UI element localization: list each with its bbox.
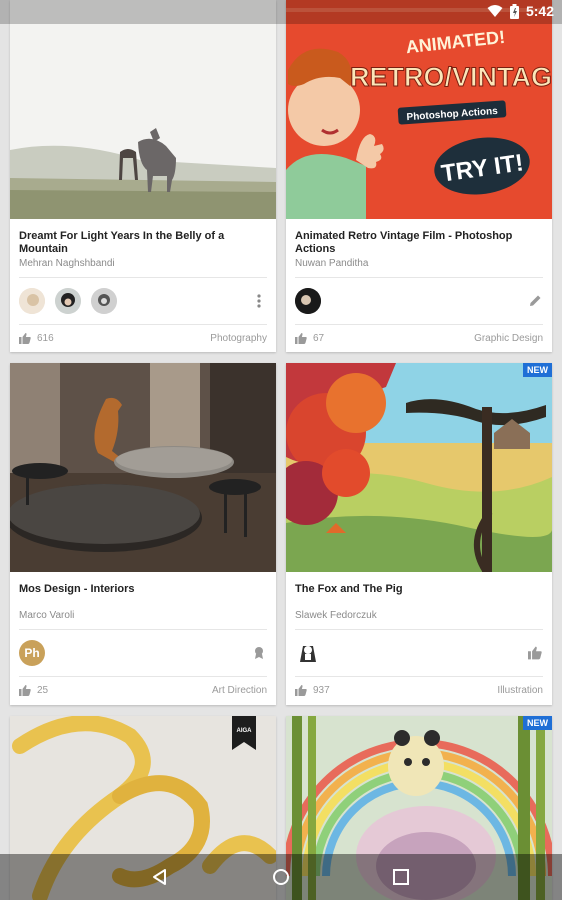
recents-icon[interactable] <box>391 867 411 887</box>
new-badge: NEW <box>523 716 552 730</box>
card-category[interactable]: Illustration <box>497 685 543 696</box>
wifi-icon <box>487 5 503 17</box>
new-badge: NEW <box>523 363 552 377</box>
divider <box>19 676 267 677</box>
divider <box>19 277 267 278</box>
card-author[interactable]: Nuwan Panditha <box>295 258 368 269</box>
divider <box>19 324 267 325</box>
thumb-up-icon[interactable] <box>295 333 307 344</box>
thumb-up-icon[interactable] <box>19 333 31 344</box>
project-image[interactable] <box>10 0 276 219</box>
project-card[interactable]: NEW The Fox and The Pig Slawek Fedorczuk… <box>286 363 552 705</box>
navigation-bar <box>0 854 562 900</box>
divider <box>295 324 543 325</box>
avatar-list <box>295 288 321 314</box>
card-title[interactable]: Dreamt For Light Years In the Belly of a… <box>19 230 267 256</box>
avatar[interactable] <box>55 288 81 314</box>
card-author[interactable]: Slawek Fedorczuk <box>295 610 377 621</box>
avatar[interactable] <box>295 640 321 666</box>
card-footer: 616 Photography <box>19 333 267 347</box>
like-count: 616 <box>37 333 54 344</box>
edit-icon[interactable] <box>528 294 542 308</box>
card-title[interactable]: Animated Retro Vintage Film - Photoshop … <box>295 230 543 256</box>
card-footer: 937 Illustration <box>295 685 543 699</box>
media-label: AIGA <box>237 728 253 734</box>
avatar[interactable]: Ph <box>19 640 45 666</box>
card-author[interactable]: Mehran Naghshbandi <box>19 258 115 269</box>
thumb-up-icon[interactable] <box>528 646 542 660</box>
home-icon[interactable] <box>271 867 291 887</box>
avatar-list <box>295 640 321 666</box>
card-author[interactable]: Marco Varoli <box>19 610 74 621</box>
card-footer: 67 Graphic Design <box>295 333 543 347</box>
back-icon[interactable] <box>150 867 170 887</box>
divider <box>295 277 543 278</box>
ribbon-icon[interactable] <box>252 646 266 660</box>
card-title[interactable]: Mos Design - Interiors <box>19 583 267 596</box>
card-category[interactable]: Graphic Design <box>474 333 543 344</box>
avatar-initials: Ph <box>24 646 40 660</box>
thumb-up-icon[interactable] <box>295 685 307 696</box>
status-bar: 5:42 <box>0 0 562 24</box>
media-text-line2: RETRO/VINTAGE <box>350 62 552 92</box>
avatar[interactable] <box>19 288 45 314</box>
avatar[interactable] <box>91 288 117 314</box>
more-vert-icon[interactable] <box>252 294 266 308</box>
card-category[interactable]: Photography <box>210 333 267 344</box>
avatar-list: Ph <box>19 640 45 666</box>
like-count: 25 <box>37 685 49 696</box>
divider <box>295 676 543 677</box>
project-card[interactable]: ANIMATED! RETRO/VINTAGE Photoshop Action… <box>286 0 552 352</box>
card-footer: 25 Art Direction <box>19 685 267 699</box>
like-count: 937 <box>313 685 330 696</box>
status-time: 5:42 <box>525 3 554 19</box>
avatar[interactable] <box>295 288 321 314</box>
avatar-list <box>19 288 117 314</box>
card-title[interactable]: The Fox and The Pig <box>295 583 543 596</box>
project-image[interactable]: NEW <box>286 363 552 572</box>
project-image[interactable]: ANIMATED! RETRO/VINTAGE Photoshop Action… <box>286 0 552 219</box>
project-image[interactable] <box>10 363 276 572</box>
thumb-up-icon[interactable] <box>19 685 31 696</box>
like-count: 67 <box>313 333 325 344</box>
divider <box>19 629 267 630</box>
divider <box>295 629 543 630</box>
battery-icon <box>509 3 519 19</box>
project-card[interactable]: Dreamt For Light Years In the Belly of a… <box>10 0 276 352</box>
card-category[interactable]: Art Direction <box>212 685 267 696</box>
project-card[interactable]: Mos Design - Interiors Marco Varoli Ph 2… <box>10 363 276 705</box>
